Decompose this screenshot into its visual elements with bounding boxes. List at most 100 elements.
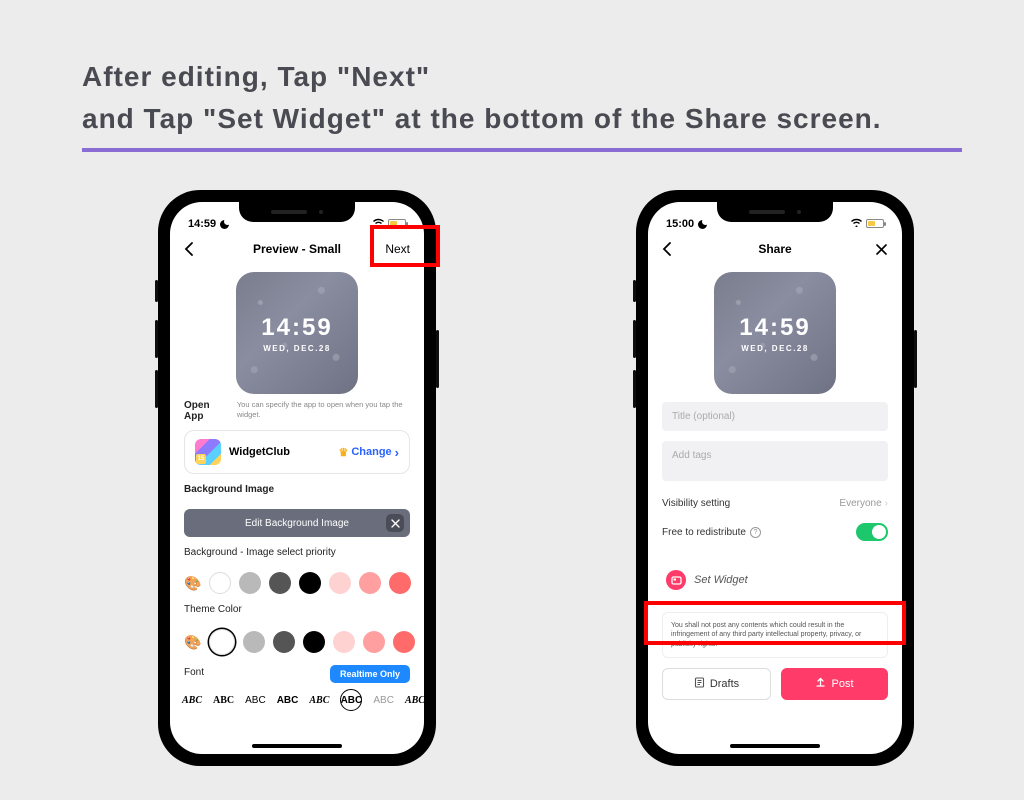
palette-icon[interactable]: 🎨 xyxy=(184,634,201,651)
help-icon[interactable]: ? xyxy=(750,527,761,538)
instruction-underline xyxy=(82,148,962,152)
open-app-label: Open App xyxy=(184,400,227,422)
visibility-setting-row[interactable]: Visibility setting Everyone › xyxy=(662,491,888,516)
theme-color-label: Theme Color xyxy=(184,604,410,615)
theme-swatch-grey[interactable] xyxy=(243,631,265,653)
phone-side-button xyxy=(436,330,439,388)
phone-notch xyxy=(239,202,355,222)
phone-side-button xyxy=(155,370,158,408)
crown-icon: ♛ xyxy=(338,446,348,459)
status-time: 15:00 xyxy=(666,218,694,230)
home-indicator xyxy=(730,744,820,748)
wifi-icon xyxy=(850,217,863,230)
color-swatch-lightpink[interactable] xyxy=(329,572,351,594)
redistribute-toggle[interactable] xyxy=(856,523,888,541)
drafts-icon xyxy=(694,677,705,691)
screen-share: 15:00 Share 14:59 WED, DEC.28 Title (opt… xyxy=(648,202,902,754)
realtime-only-button[interactable]: Realtime Only xyxy=(330,665,410,683)
back-button[interactable] xyxy=(662,242,671,256)
set-widget-label: Set Widget xyxy=(694,574,748,586)
font-sample[interactable]: ABC xyxy=(405,695,424,706)
theme-swatch-black[interactable] xyxy=(303,631,325,653)
bg-color-swatches: 🎨 xyxy=(170,568,424,598)
set-widget-button[interactable]: Set Widget xyxy=(662,562,888,598)
back-button[interactable] xyxy=(184,242,193,256)
drafts-button[interactable]: Drafts xyxy=(662,668,771,700)
font-sample-row: ABC ABC ABC ABC ABC ABC ABC ABC xyxy=(170,685,424,711)
widget-date: WED, DEC.28 xyxy=(263,344,331,353)
clear-bg-button[interactable] xyxy=(386,514,404,532)
palette-icon[interactable]: 🎨 xyxy=(184,575,201,592)
font-sample[interactable]: ABC xyxy=(213,695,234,706)
phone-side-button xyxy=(155,280,158,302)
visibility-value: Everyone xyxy=(839,498,881,509)
color-swatch-grey[interactable] xyxy=(239,572,261,594)
color-swatch-darkgrey[interactable] xyxy=(269,572,291,594)
next-button[interactable]: Next xyxy=(385,242,410,256)
nav-bar: Preview - Small Next xyxy=(170,232,424,266)
theme-swatch-darkgrey[interactable] xyxy=(273,631,295,653)
redistribute-label: Free to redistribute xyxy=(662,527,746,538)
font-sample-selected[interactable]: ABC xyxy=(340,689,362,711)
chevron-right-icon: › xyxy=(885,498,888,509)
color-swatch-white[interactable] xyxy=(209,572,231,594)
open-app-name: WidgetClub xyxy=(229,446,330,458)
widget-preview: 14:59 WED, DEC.28 xyxy=(236,272,358,394)
font-sample[interactable]: ABC xyxy=(373,695,394,706)
theme-swatch-lightpink[interactable] xyxy=(333,631,355,653)
home-indicator xyxy=(252,744,342,748)
change-app-link[interactable]: ♛ Change › xyxy=(338,446,399,459)
theme-swatch-coral[interactable] xyxy=(393,631,415,653)
open-app-help: You can specify the app to open when you… xyxy=(237,400,410,420)
nav-bar: Share xyxy=(648,232,902,266)
phone-mockup-preview: 14:59 Preview - Small Next 14:59 WED, DE… xyxy=(158,190,436,766)
font-sample[interactable]: ABC xyxy=(277,695,299,706)
open-app-card[interactable]: 15 WidgetClub ♛ Change › xyxy=(184,430,410,474)
bg-image-label: Background Image xyxy=(184,484,410,495)
do-not-disturb-icon xyxy=(698,220,707,229)
bg-priority-label: Background - Image select priority xyxy=(184,547,410,558)
widget-date: WED, DEC.28 xyxy=(741,344,809,353)
change-label: Change xyxy=(351,446,391,458)
battery-icon xyxy=(866,219,884,228)
widget-time: 14:59 xyxy=(739,314,810,342)
phone-side-button xyxy=(914,330,917,388)
phone-side-button xyxy=(633,280,636,302)
close-button[interactable] xyxy=(875,243,888,256)
screen-preview: 14:59 Preview - Small Next 14:59 WED, DE… xyxy=(170,202,424,754)
post-button[interactable]: Post xyxy=(781,668,888,700)
chevron-right-icon: › xyxy=(395,446,399,459)
edit-bg-image-button[interactable]: Edit Background Image xyxy=(184,509,410,537)
font-sample[interactable]: ABC xyxy=(245,695,266,706)
set-widget-icon xyxy=(666,570,686,590)
phone-side-button xyxy=(633,370,636,408)
theme-swatch-pink[interactable] xyxy=(363,631,385,653)
disclaimer-text: You shall not post any contents which co… xyxy=(662,612,888,658)
tags-input[interactable]: Add tags xyxy=(662,441,888,481)
phone-notch xyxy=(717,202,833,222)
widget-time: 14:59 xyxy=(261,314,332,342)
app-icon: 15 xyxy=(195,439,221,465)
phone-side-button xyxy=(633,320,636,358)
redistribute-setting-row: Free to redistribute ? xyxy=(662,516,888,548)
title-input[interactable]: Title (optional) xyxy=(662,402,888,431)
phone-mockup-share: 15:00 Share 14:59 WED, DEC.28 Title (opt… xyxy=(636,190,914,766)
upload-icon xyxy=(815,677,826,691)
color-swatch-black[interactable] xyxy=(299,572,321,594)
font-label: Font xyxy=(184,667,204,678)
visibility-label: Visibility setting xyxy=(662,498,730,509)
post-label: Post xyxy=(831,678,853,690)
theme-color-swatches: 🎨 xyxy=(170,625,424,659)
phone-side-button xyxy=(155,320,158,358)
instruction-text: After editing, Tap "Next" and Tap "Set W… xyxy=(82,56,882,140)
font-sample[interactable]: ABC xyxy=(309,695,329,706)
font-sample[interactable]: ABC xyxy=(182,695,202,706)
color-swatch-coral[interactable] xyxy=(389,572,411,594)
widget-preview: 14:59 WED, DEC.28 xyxy=(714,272,836,394)
theme-swatch-white-selected[interactable] xyxy=(209,629,235,655)
color-swatch-pink[interactable] xyxy=(359,572,381,594)
do-not-disturb-icon xyxy=(220,220,229,229)
nav-title: Share xyxy=(648,242,902,256)
wifi-icon xyxy=(372,217,385,230)
instruction-line2: and Tap "Set Widget" at the bottom of th… xyxy=(82,98,882,140)
